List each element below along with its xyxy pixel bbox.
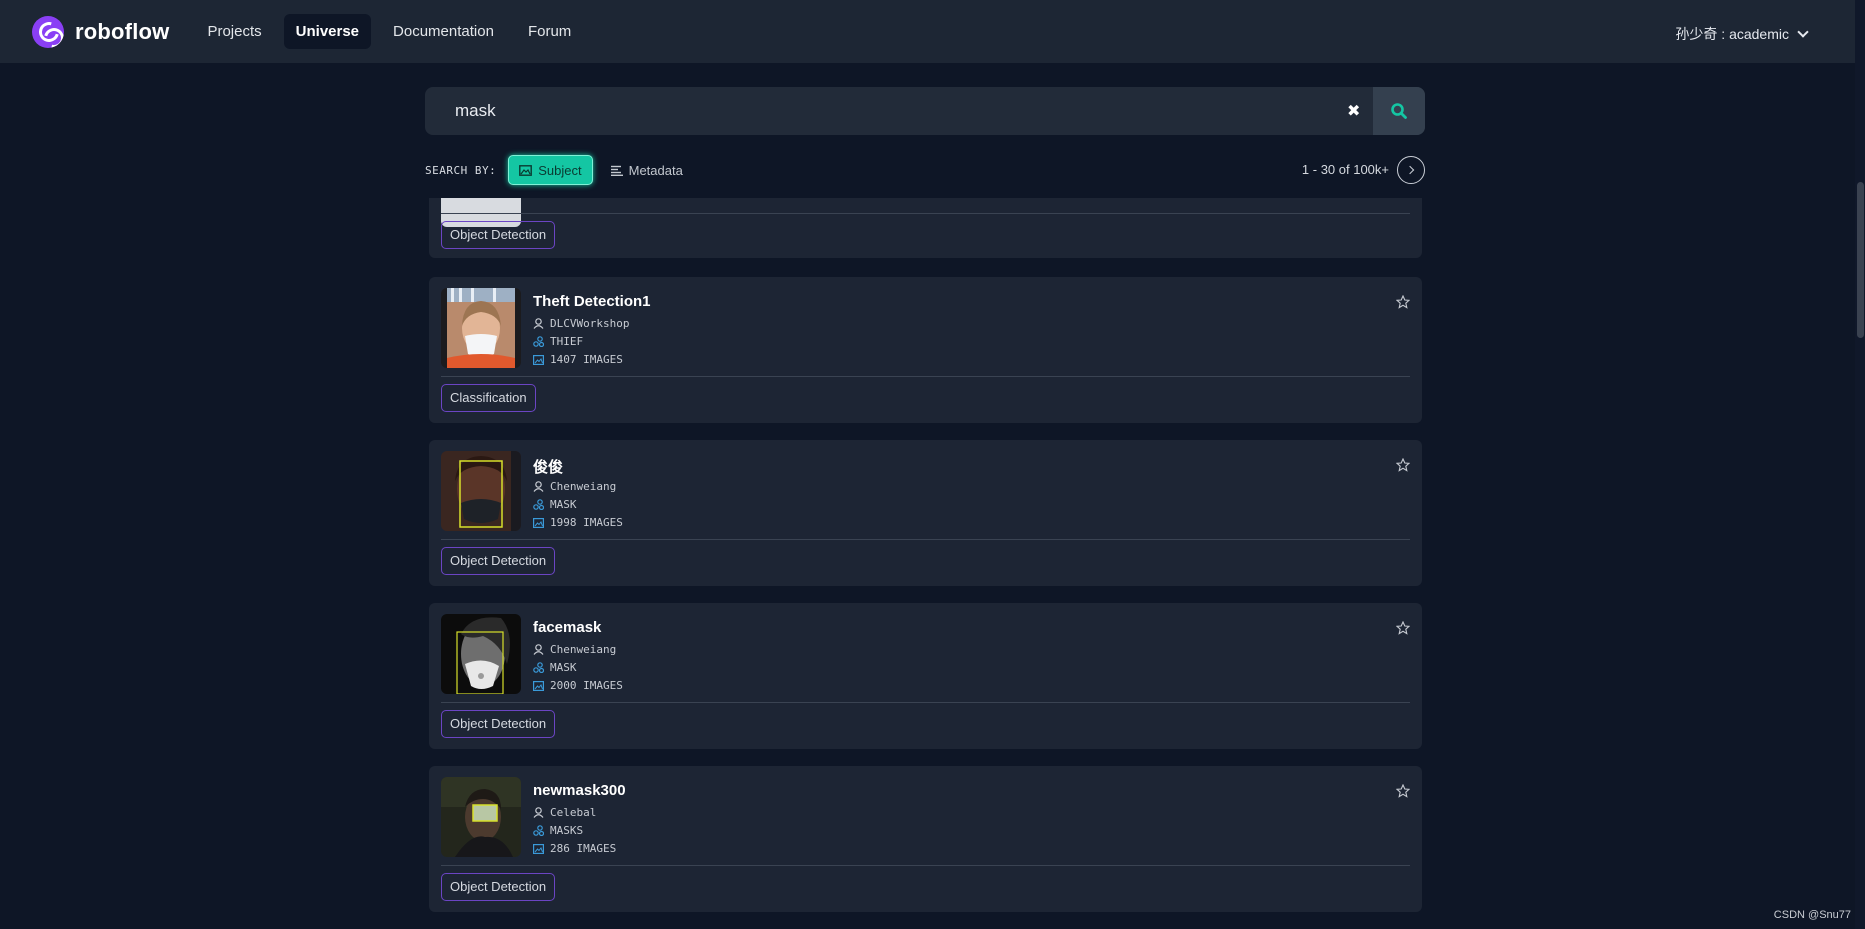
brand-logo-link[interactable]: roboflow	[32, 15, 170, 48]
owner-row: DLCVWorkshop	[533, 317, 629, 330]
class-names: MASKS	[550, 824, 584, 837]
thumbnail-image	[441, 451, 521, 531]
results-list: Object Detection Theft Detection1 DLCVWo…	[0, 198, 1855, 929]
search-button[interactable]	[1373, 87, 1425, 135]
top-navbar: roboflow Projects Universe Documentation…	[0, 0, 1855, 63]
workspace-icon	[533, 807, 544, 818]
project-title[interactable]: 俊俊	[533, 456, 563, 477]
star-icon[interactable]	[1396, 784, 1410, 798]
image-icon	[519, 164, 533, 176]
classes-icon	[533, 662, 544, 673]
thumbnail-image	[441, 614, 521, 694]
workspace-icon	[533, 481, 544, 492]
chevron-down-icon	[1797, 26, 1809, 38]
classes-row: MASK	[533, 498, 577, 511]
classes-icon	[533, 336, 544, 347]
clear-icon[interactable]: ✖	[1347, 101, 1360, 121]
star-icon[interactable]	[1396, 295, 1410, 309]
project-title[interactable]: facemask	[533, 619, 601, 636]
classes-row: MASK	[533, 661, 577, 674]
project-title[interactable]: newmask300	[533, 782, 626, 799]
subject-label: Subject	[538, 162, 582, 178]
nav-forum[interactable]: Forum	[516, 14, 583, 49]
class-names: MASK	[550, 661, 577, 674]
image-count-icon	[533, 680, 544, 691]
nav-universe[interactable]: Universe	[283, 14, 372, 49]
watermark: CSDN @Snu77	[1773, 909, 1851, 921]
next-page-button[interactable]	[1397, 156, 1425, 184]
search-icon	[1391, 103, 1407, 119]
image-count-icon	[533, 843, 544, 854]
search-input[interactable]	[455, 99, 1335, 123]
result-count: 1 - 30 of 100k+	[1301, 162, 1389, 177]
images-row: 1998 IMAGES	[533, 516, 623, 529]
class-names: MASK	[550, 498, 577, 511]
nav-projects[interactable]: Projects	[195, 14, 273, 49]
search-by-subject-button[interactable]: Subject	[508, 155, 593, 185]
classes-row: MASKS	[533, 824, 583, 837]
result-card[interactable]: Theft Detection1 DLCVWorkshop THIEF 1407…	[429, 277, 1422, 423]
image-count: 2000 IMAGES	[550, 679, 623, 692]
scrollbar-thumb[interactable]	[1857, 182, 1864, 338]
result-card[interactable]: facemask Chenweiang MASK 2000 IMAGES Obj…	[429, 603, 1422, 749]
owner-row: Celebal	[533, 806, 596, 819]
project-type-tag[interactable]: Object Detection	[441, 710, 556, 738]
image-count: 1998 IMAGES	[550, 516, 623, 529]
nav-documentation[interactable]: Documentation	[381, 14, 506, 49]
result-card[interactable]: 俊俊 Chenweiang MASK 1998 IMAGES Object De…	[429, 440, 1422, 586]
card-divider	[441, 213, 1410, 214]
search-by-label: SEARCH BY:	[425, 163, 497, 177]
card-divider	[441, 376, 1410, 377]
roboflow-logo-icon	[32, 15, 64, 48]
thumbnail-image	[441, 288, 521, 368]
owner-name[interactable]: DLCVWorkshop	[550, 317, 629, 330]
classes-icon	[533, 499, 544, 510]
workspace-icon	[533, 644, 544, 655]
classes-icon	[533, 825, 544, 836]
workspace-icon	[533, 318, 544, 329]
image-count: 286 IMAGES	[550, 842, 617, 855]
search-bar: ✖	[425, 87, 1425, 135]
result-card[interactable]: newmask300 Celebal MASKS 286 IMAGES Obje…	[429, 766, 1422, 912]
owner-name[interactable]: Chenweiang	[550, 480, 616, 493]
project-type-tag[interactable]: Object Detection	[441, 547, 556, 575]
project-title[interactable]: Theft Detection1	[533, 293, 651, 310]
images-row: 2000 IMAGES	[533, 679, 623, 692]
metadata-label: Metadata	[628, 162, 683, 178]
image-count-icon	[533, 517, 544, 528]
user-menu[interactable]: 孙少奇 : academic	[1675, 24, 1809, 44]
chevron-right-icon	[1405, 165, 1415, 175]
main-nav: Projects Universe Documentation Forum	[195, 14, 593, 49]
search-by-metadata-button[interactable]: Metadata	[601, 155, 693, 185]
page-scrollbar[interactable]	[1855, 0, 1865, 929]
owner-name[interactable]: Celebal	[550, 806, 596, 819]
project-type-tag[interactable]: Object Detection	[441, 873, 556, 901]
image-count: 1407 IMAGES	[550, 353, 623, 366]
owner-row: Chenweiang	[533, 480, 616, 493]
brand-name: roboflow	[75, 18, 170, 44]
images-row: 1407 IMAGES	[533, 353, 623, 366]
images-row: 286 IMAGES	[533, 842, 616, 855]
user-name: 孙少奇 : academic	[1675, 26, 1789, 42]
star-icon[interactable]	[1396, 458, 1410, 472]
project-type-tag[interactable]: Object Detection	[441, 221, 556, 249]
owner-name[interactable]: Chenweiang	[550, 643, 616, 656]
search-by-bar: SEARCH BY: Subject Metadata 1 - 30 of 10…	[425, 155, 1425, 185]
result-card[interactable]: Object Detection	[429, 198, 1422, 258]
class-names: THIEF	[550, 335, 584, 348]
project-type-tag[interactable]: Classification	[441, 384, 536, 412]
owner-row: Chenweiang	[533, 643, 616, 656]
card-divider	[441, 702, 1410, 703]
star-icon[interactable]	[1396, 621, 1410, 635]
classes-row: THIEF	[533, 335, 583, 348]
card-divider	[441, 865, 1410, 866]
thumbnail-image	[441, 777, 521, 857]
card-divider	[441, 539, 1410, 540]
align-left-icon	[610, 165, 623, 176]
image-count-icon	[533, 354, 544, 365]
